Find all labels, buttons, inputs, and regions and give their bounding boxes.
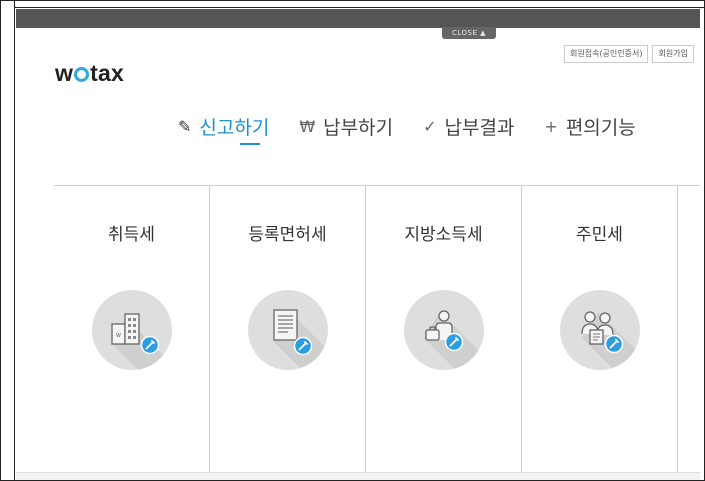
right-margin	[700, 8, 704, 480]
tax-card-grid: 취득세 W 등록면허세 지방소득세 주민세	[54, 186, 700, 472]
signup-link[interactable]: 회원가입	[652, 45, 694, 63]
bottom-band	[16, 472, 700, 480]
pencil-icon: ✎	[178, 117, 192, 136]
account-links: 회원접속(공인인증서) 회원가입	[564, 45, 694, 63]
top-banner-bar	[16, 9, 700, 28]
nav-convenience-label: 편의기능	[565, 117, 636, 139]
document-icon	[248, 290, 328, 370]
nav-payment[interactable]: ₩ 납부하기	[299, 113, 393, 140]
tax-card-title: 등록면허세	[248, 225, 327, 245]
tax-card-acquisition[interactable]: 취득세 W	[54, 186, 210, 472]
wetax-logo[interactable]: w tax	[55, 60, 124, 87]
nav-report-label: 신고하기	[199, 117, 270, 139]
tax-card-title: 지방소득세	[404, 225, 483, 245]
left-margin	[1, 1, 15, 480]
tax-card-resident[interactable]: 주민세	[522, 186, 678, 472]
plus-icon: +	[544, 117, 558, 136]
svg-text:W: W	[116, 333, 121, 339]
tax-card-title: 주민세	[576, 225, 623, 245]
page-viewport: CLOSE ▲ w tax 회원접속(공인인증서) 회원가입 ✎ 신고하기 ₩ 납…	[16, 9, 700, 480]
check-icon: ✓	[423, 117, 437, 136]
active-tab-indicator	[240, 143, 260, 145]
tax-card-registration-license[interactable]: 등록면허세	[210, 186, 366, 472]
people-icon	[560, 290, 640, 370]
top-margin	[15, 1, 704, 8]
logo-text-w: w	[55, 60, 74, 86]
nav-convenience[interactable]: + 편의기능	[544, 113, 635, 140]
tax-card-title: 취득세	[108, 225, 155, 245]
nav-payment-result[interactable]: ✓ 납부결과	[423, 113, 514, 140]
worker-icon	[404, 290, 484, 370]
nav-payment-result-label: 납부결과	[444, 117, 515, 139]
logo-text-tax: tax	[90, 60, 124, 86]
nav-payment-label: 납부하기	[323, 117, 394, 139]
browser-frame: CLOSE ▲ w tax 회원접속(공인인증서) 회원가입 ✎ 신고하기 ₩ 납…	[0, 0, 705, 481]
nav-report[interactable]: ✎ 신고하기	[178, 113, 270, 145]
tax-card-partial	[678, 186, 700, 472]
tax-card-local-income[interactable]: 지방소득세	[366, 186, 522, 472]
won-icon: ₩	[299, 117, 316, 136]
certificate-login-link[interactable]: 회원접속(공인인증서)	[564, 45, 649, 63]
buildings-icon: W	[92, 290, 172, 370]
main-nav: ✎ 신고하기 ₩ 납부하기 ✓ 납부결과 + 편의기능	[178, 113, 666, 145]
logo-e-mark	[74, 67, 90, 82]
close-banner-button[interactable]: CLOSE ▲	[442, 27, 496, 39]
